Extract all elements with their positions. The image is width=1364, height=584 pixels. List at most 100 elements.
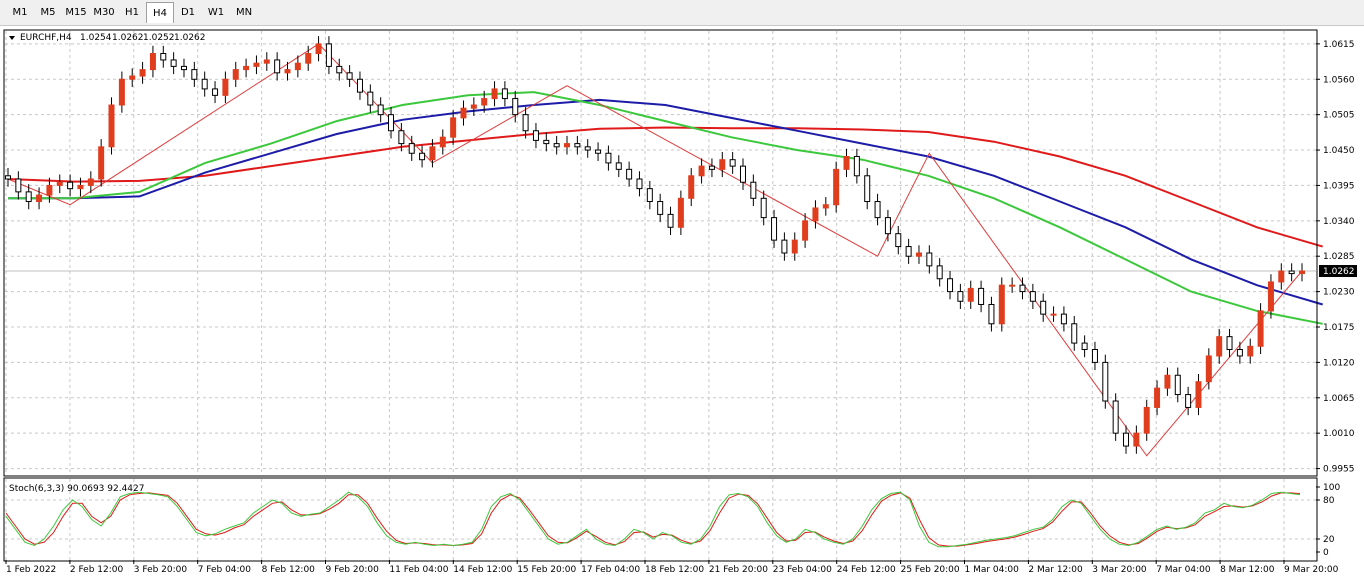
candle: [56, 174, 63, 194]
candle: [1154, 380, 1161, 416]
candle-body-bear: [750, 181, 757, 199]
candle: [698, 158, 705, 184]
candle-body-bear: [1060, 313, 1067, 325]
candle: [947, 271, 954, 300]
timeframe-button-m30[interactable]: M30: [90, 2, 118, 23]
candle: [108, 97, 115, 155]
candle: [460, 100, 467, 126]
candle-body-bear: [1102, 361, 1109, 402]
candle: [667, 206, 674, 235]
stoch-indicator-label: Stoch(6,3,3) 90.0693 92.4427: [9, 484, 144, 494]
candle: [356, 71, 363, 100]
main-grid: [5, 31, 1316, 475]
price-tick-label: 1.0340: [1323, 217, 1355, 227]
price-tick-label: 1.0615: [1323, 40, 1355, 50]
candle: [1299, 263, 1305, 282]
candle-body-bull: [1267, 281, 1274, 312]
candle-body-bull: [98, 146, 105, 180]
candle: [274, 52, 281, 81]
candle-body-bear: [595, 149, 602, 154]
candle: [802, 213, 809, 248]
candle-body-bull: [802, 220, 809, 241]
chart-header-close: 1.0262: [174, 33, 206, 43]
timeframe-button-m5[interactable]: M5: [34, 2, 62, 23]
candle: [160, 45, 167, 68]
price-axis: 1.0615 1.0560 1.0505 1.0450 1.0395 1.0340 1.02…: [1316, 40, 1355, 475]
time-label: 1 Mar 04:00: [965, 565, 1020, 575]
candle-body-bear: [957, 291, 964, 302]
candle-body-bear: [1288, 270, 1295, 275]
candle-body-bull: [812, 207, 819, 222]
candle: [884, 209, 891, 242]
stoch-tick-label: 80: [1323, 496, 1335, 506]
chart-canvas[interactable]: 1.0615 1.0560 1.0505 1.0450 1.0395 1.0340 1.02…: [0, 26, 1364, 584]
candle-body-bull: [822, 204, 829, 209]
candle: [367, 84, 374, 113]
candle-body-bear: [646, 188, 653, 203]
candle: [584, 139, 591, 158]
timeframe-button-m1[interactable]: M1: [6, 2, 34, 23]
candle: [532, 123, 539, 149]
timeframe-button-w1[interactable]: W1: [202, 2, 230, 23]
candle: [688, 168, 695, 207]
candle: [139, 61, 146, 84]
candle-body-bull: [998, 284, 1005, 325]
candle-body-bear: [1040, 300, 1047, 315]
price-tick-label: 1.0505: [1323, 111, 1355, 121]
candle: [822, 197, 829, 216]
chart-header-symbol: EURCHF,H4: [20, 33, 72, 43]
candle-body-bear: [884, 217, 891, 235]
candle-body-bear: [377, 104, 384, 116]
timeframe-button-mn[interactable]: MN: [230, 2, 258, 23]
time-label: 1 Feb 2022: [6, 565, 56, 575]
timeframe-button-h4[interactable]: H4: [146, 2, 174, 23]
candle-body-bull: [698, 165, 705, 177]
candle: [978, 280, 985, 313]
candle: [812, 200, 819, 229]
candle-body-bear: [657, 201, 664, 215]
candle: [708, 158, 715, 178]
candle-body-bear: [626, 168, 633, 180]
candle-body-bear: [667, 213, 674, 228]
candle-body-bear: [180, 65, 187, 71]
collapse-arrow-icon[interactable]: [9, 36, 15, 40]
timeframe-button-d1[interactable]: D1: [174, 2, 202, 23]
candle: [118, 71, 125, 113]
candle: [1060, 306, 1067, 332]
time-label: 8 Mar 12:00: [1220, 565, 1275, 575]
candle: [98, 139, 105, 187]
timeframe-button-m15[interactable]: M15: [62, 2, 90, 23]
candle-body-bull: [243, 65, 250, 71]
time-label: 3 Mar 20:00: [1092, 565, 1147, 575]
candle-body-bull: [1164, 374, 1171, 389]
time-label: 21 Feb 20:00: [709, 565, 768, 575]
timeframe-button-h1[interactable]: H1: [118, 2, 146, 23]
candle: [253, 55, 260, 75]
candle-body-bull: [1247, 345, 1254, 357]
time-label: 2 Feb 12:00: [70, 565, 124, 575]
candle-body-bull: [1050, 313, 1057, 316]
candle-body-bear: [532, 130, 539, 141]
candle-body-bull: [1133, 432, 1140, 447]
price-tick-label: 1.0175: [1323, 323, 1355, 333]
candle: [957, 283, 964, 309]
candle: [1247, 338, 1254, 364]
timeframe-toolbar: M1 M5 M15 M30 H1 H4 D1 W1 MN: [0, 0, 1364, 26]
candle-body-bear: [760, 197, 767, 219]
candle-body-bull: [491, 88, 498, 100]
candle-body-bear: [636, 178, 643, 190]
candle: [771, 209, 778, 248]
time-label: 7 Feb 04:00: [198, 565, 252, 575]
candle: [605, 145, 612, 171]
candle-body-bear: [864, 175, 871, 203]
candle: [553, 135, 560, 155]
candle: [895, 225, 902, 255]
candle: [325, 36, 332, 75]
candle: [719, 151, 726, 178]
chart-header-open: 1.0254: [80, 33, 112, 43]
candle-body-bear: [1071, 323, 1078, 344]
candle-body-bull: [1143, 406, 1150, 434]
candle-body-bull: [46, 184, 53, 196]
candle-body-bull: [56, 181, 63, 186]
candle-body-bear: [25, 191, 32, 203]
